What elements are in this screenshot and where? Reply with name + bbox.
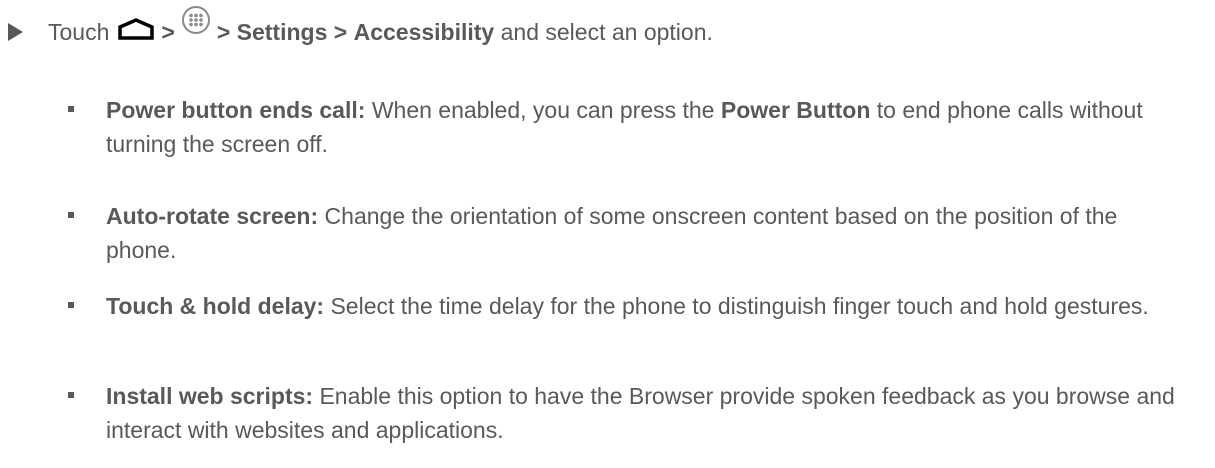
step-suffix: and select an option. — [500, 18, 713, 45]
step-separator: > — [333, 18, 348, 45]
step-prefix: Touch — [48, 18, 110, 45]
step-arrow-icon — [8, 23, 23, 41]
option-text: Select the time delay for the phone to d… — [330, 293, 1149, 319]
bullet-icon — [68, 212, 74, 218]
list-item: Power button ends call: When enabled, yo… — [68, 93, 1186, 161]
option-term: Install web scripts: — [106, 383, 314, 409]
settings-label: Settings — [236, 18, 328, 45]
step-separator: > — [216, 18, 231, 45]
instruction-step: Touch > > Settings > Accessibility and s… — [0, 6, 1200, 50]
step-separator: > — [161, 18, 175, 45]
apps-icon — [181, 5, 211, 41]
accessibility-label: Accessibility — [353, 18, 495, 45]
list-item: Install web scripts: Enable this option … — [68, 379, 1186, 447]
home-icon — [117, 17, 155, 47]
list-item: Touch & hold delay: Select the time dela… — [68, 289, 1186, 323]
option-term: Touch & hold delay: — [106, 293, 325, 319]
bullet-icon — [68, 302, 74, 308]
option-term: Power button ends call: — [106, 97, 366, 123]
list-item: Auto-rotate screen: Change the orientati… — [68, 199, 1186, 267]
option-text: When enabled, you can press the — [371, 97, 715, 123]
option-term: Auto-rotate screen: — [106, 203, 319, 229]
bullet-icon — [68, 392, 74, 398]
option-emphasis: Power Button — [720, 97, 871, 123]
bullet-icon — [68, 106, 74, 112]
